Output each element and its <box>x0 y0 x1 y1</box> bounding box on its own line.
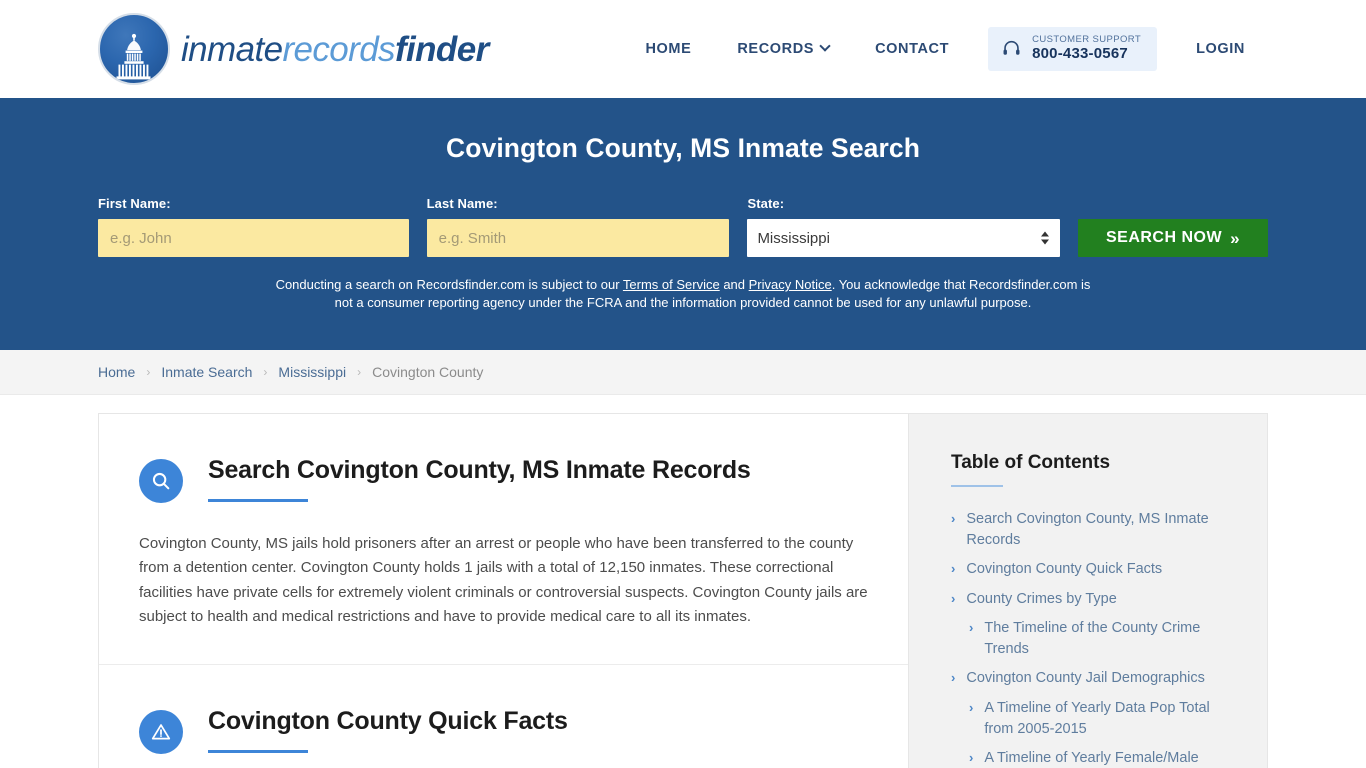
toc-item[interactable]: › Covington County Quick Facts <box>951 559 1237 580</box>
chevron-right-icon: › <box>969 700 974 716</box>
chevron-right-icon: › <box>951 561 956 577</box>
page-title: Covington County, MS Inmate Search <box>445 133 921 163</box>
search-now-label: SEARCH NOW <box>1105 229 1223 246</box>
breadcrumb-separator-icon: › <box>146 365 151 379</box>
nav-login[interactable]: LOGIN <box>1173 41 1268 57</box>
section-title-wrap: Covington County Quick Facts <box>208 705 568 753</box>
title-underline <box>208 499 308 502</box>
nav-home-label: HOME <box>645 41 692 57</box>
section-header: Covington County Quick Facts <box>139 705 868 754</box>
toc-item[interactable]: › A Timeline of Yearly Data Pop Total fr… <box>951 698 1237 739</box>
site-logo[interactable]: inmaterecordsfinder <box>98 13 489 85</box>
first-name-field-group: First Name: <box>98 196 409 257</box>
state-select-wrapper: Mississippi <box>747 219 1061 257</box>
chevron-right-icon: › <box>969 750 974 766</box>
breadcrumb: Home › Inmate Search › Mississippi › Cov… <box>98 364 483 380</box>
chevron-down-icon <box>819 40 831 52</box>
state-label: State: <box>747 196 785 211</box>
nav-login-label: LOGIN <box>1196 41 1245 57</box>
page-root: inmaterecordsfinder HOME RECORDS CONTACT <box>0 0 1366 768</box>
warning-triangle-icon <box>139 709 183 754</box>
state-select[interactable]: Mississippi <box>747 219 1061 257</box>
section-paragraph: Covington County, MS jails hold prisoner… <box>139 535 868 626</box>
nav-contact-label: CONTACT <box>875 41 950 57</box>
section-header: Search Covington County, MS Inmate Recor… <box>139 454 868 503</box>
privacy-notice-link[interactable]: Privacy Notice <box>749 277 832 292</box>
toc-link[interactable]: A Timeline of Yearly Female/Male Incarce… <box>984 748 1237 768</box>
main-navigation: HOME RECORDS CONTACT CUSTOMER SUPPORT 80… <box>622 27 1268 71</box>
chevron-right-icon: › <box>951 590 956 606</box>
breadcrumb-bar: Home › Inmate Search › Mississippi › Cov… <box>0 350 1366 395</box>
toc-list: › Search Covington County, MS Inmate Rec… <box>951 509 1237 768</box>
double-chevron-right-icon: » <box>1230 228 1241 248</box>
last-name-field-group: Last Name: <box>426 196 730 257</box>
toc-item[interactable]: › County Crimes by Type <box>951 589 1237 610</box>
chevron-right-icon: › <box>969 620 974 636</box>
content-layout: Search Covington County, MS Inmate Recor… <box>0 413 1366 768</box>
disclaimer-part2: and <box>719 277 749 292</box>
nav-records-label: RECORDS <box>737 41 815 57</box>
breadcrumb-item-inmate-search[interactable]: Inmate Search <box>161 364 252 380</box>
disclaimer-part1: Conducting a search on Recordsfinder.com… <box>275 277 623 292</box>
breadcrumb-item-current: Covington County <box>372 364 484 380</box>
toc-link[interactable]: County Crimes by Type <box>966 589 1116 610</box>
title-underline <box>208 749 308 753</box>
breadcrumb-separator-icon: › <box>357 365 362 379</box>
customer-support-phone: 800-433-0567 <box>1032 45 1128 63</box>
state-field-group: State: Mississippi <box>747 196 1061 257</box>
first-name-label: First Name: <box>98 196 171 211</box>
toc-item[interactable]: › A Timeline of Yearly Female/Male Incar… <box>951 748 1237 768</box>
terms-of-service-link[interactable]: Terms of Service <box>623 277 720 292</box>
toc-title: Table of Contents <box>951 452 1111 473</box>
breadcrumb-item-home[interactable]: Home <box>98 364 135 380</box>
last-name-input[interactable] <box>426 219 730 257</box>
toc-title-underline <box>951 485 1003 487</box>
toc-link[interactable]: Search Covington County, MS Inmate Recor… <box>966 509 1237 550</box>
breadcrumb-item-mississippi[interactable]: Mississippi <box>278 364 346 380</box>
toc-link[interactable]: Covington County Jail Demographics <box>966 668 1205 689</box>
logo-text-part2: records <box>282 29 395 69</box>
last-name-label: Last Name: <box>426 196 498 211</box>
inmate-search-form: First Name: Last Name: State: Mississipp… <box>98 196 1269 257</box>
chevron-right-icon: › <box>951 670 956 686</box>
logo-text-part1: inmate <box>181 29 283 69</box>
first-name-input[interactable] <box>98 219 409 257</box>
section-title-wrap: Search Covington County, MS Inmate Recor… <box>208 454 751 502</box>
toc-link[interactable]: Covington County Quick Facts <box>966 559 1162 580</box>
section-search-records: Search Covington County, MS Inmate Recor… <box>99 414 908 665</box>
section-quick-facts: Covington County Quick Facts <box>99 665 908 768</box>
toc-link[interactable]: The Timeline of the County Crime Trends <box>984 618 1237 659</box>
hero-search-section: Covington County, MS Inmate Search First… <box>0 98 1366 350</box>
breadcrumb-separator-icon: › <box>263 365 268 379</box>
capitol-dome-icon <box>98 13 170 85</box>
toc-item[interactable]: › The Timeline of the County Crime Trend… <box>951 618 1237 659</box>
toc-item[interactable]: › Covington County Jail Demographics <box>951 668 1237 689</box>
magnifier-icon <box>139 459 183 503</box>
site-header: inmaterecordsfinder HOME RECORDS CONTACT <box>0 0 1366 98</box>
section-title: Search Covington County, MS Inmate Recor… <box>208 456 751 484</box>
chevron-right-icon: › <box>951 511 956 526</box>
logo-text-part3: finder <box>394 29 489 69</box>
customer-support-button[interactable]: CUSTOMER SUPPORT 800-433-0567 <box>988 27 1158 71</box>
table-of-contents-panel: Table of Contents › Search Covington Cou… <box>908 413 1268 768</box>
nav-contact[interactable]: CONTACT <box>852 41 972 57</box>
site-logo-text: inmaterecordsfinder <box>181 32 489 67</box>
search-disclaimer: Conducting a search on Recordsfinder.com… <box>268 276 1098 313</box>
section-title: Covington County Quick Facts <box>208 706 568 735</box>
search-now-button[interactable]: SEARCH NOW » <box>1078 219 1269 257</box>
toc-item[interactable]: › Search Covington County, MS Inmate Rec… <box>951 509 1237 550</box>
nav-records[interactable]: RECORDS <box>714 40 852 57</box>
headset-icon <box>1002 39 1021 58</box>
nav-home[interactable]: HOME <box>622 41 714 57</box>
main-content-card: Search Covington County, MS Inmate Recor… <box>98 413 908 768</box>
toc-link[interactable]: A Timeline of Yearly Data Pop Total from… <box>984 698 1237 739</box>
